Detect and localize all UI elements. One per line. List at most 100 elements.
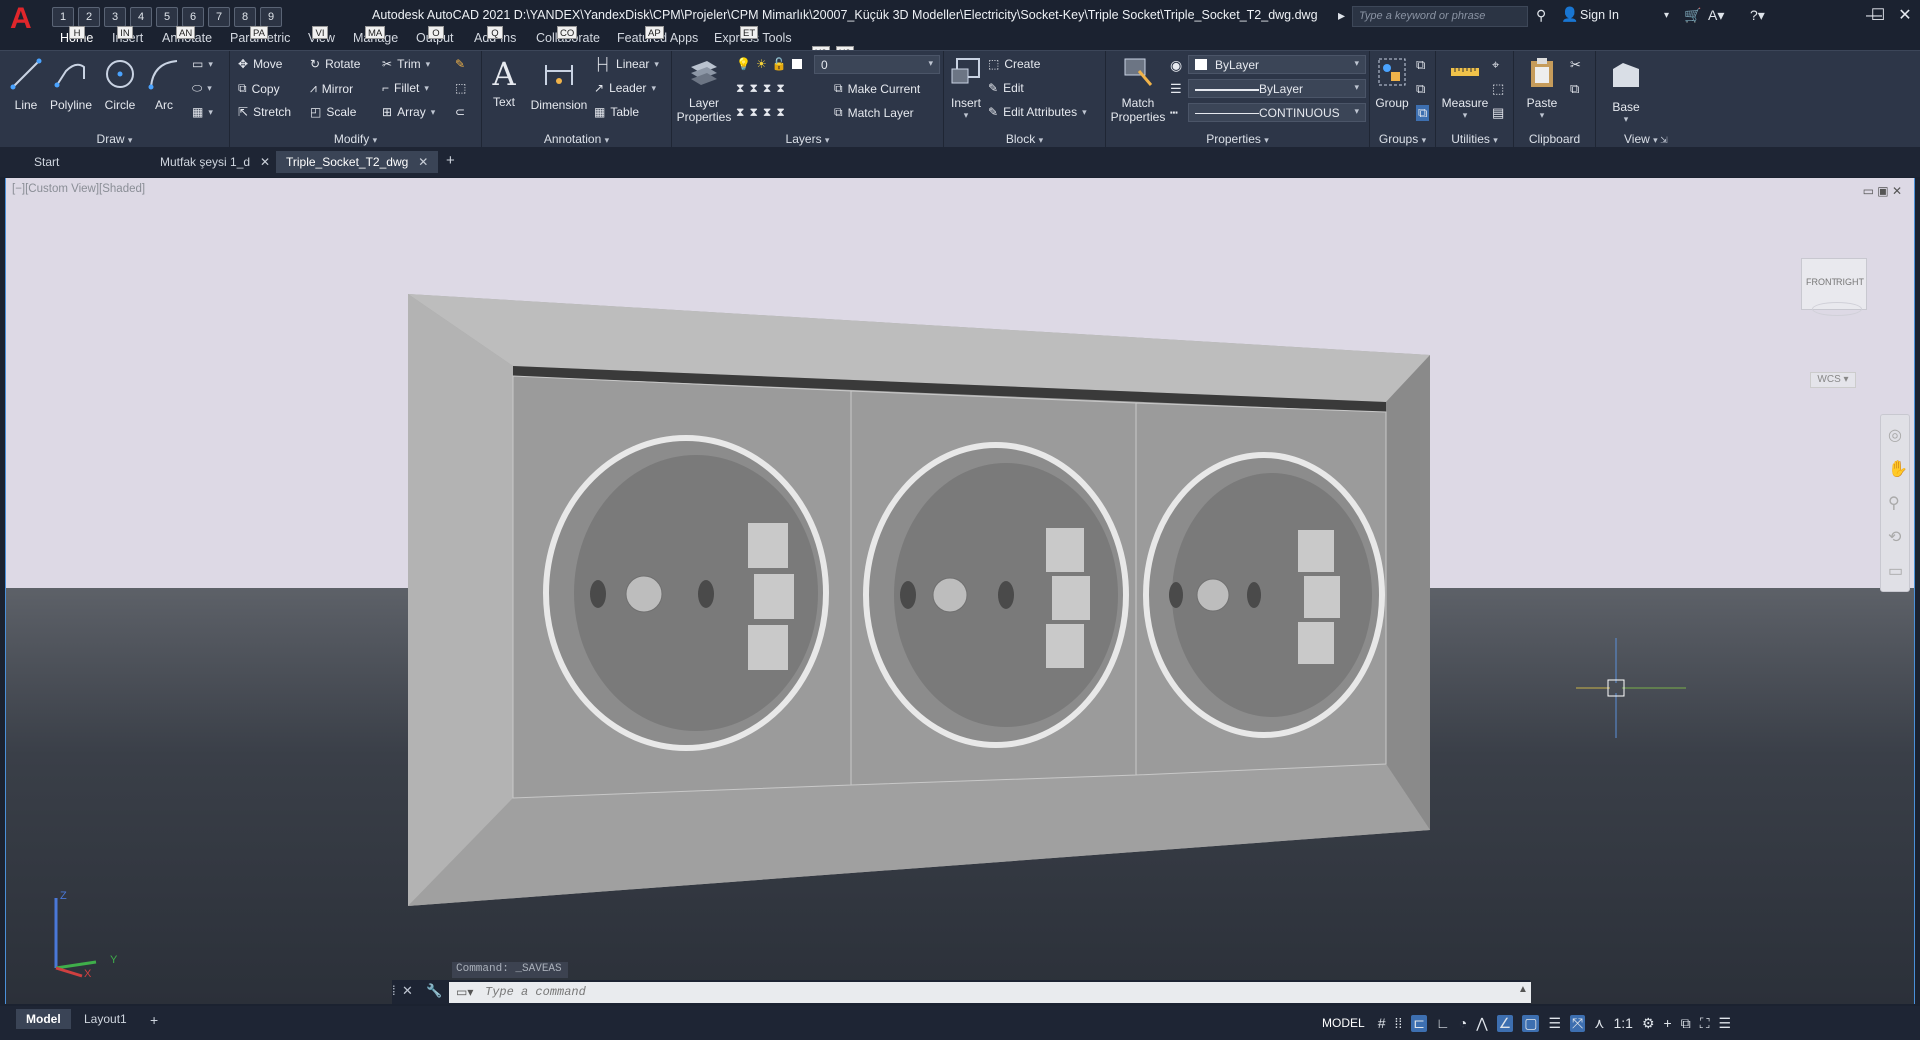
layer-state-icons[interactable]: 💡 ☀ 🔓 xyxy=(736,57,802,71)
clipboard-panel-label[interactable]: Clipboard xyxy=(1514,132,1595,146)
drawing-viewport[interactable]: [−][Custom View][Shaded] ▭ ▣ ✕ FRONT RIG… xyxy=(5,178,1915,1004)
linetype-dropdown[interactable]: CONTINUOUS ▾ xyxy=(1188,103,1366,122)
dimension-button[interactable]: Dimension xyxy=(526,57,592,112)
lineweight-dropdown[interactable]: ByLayer ▾ xyxy=(1188,79,1366,98)
customize-menu-icon[interactable]: ☰ xyxy=(1719,1015,1732,1032)
qat-save-icon[interactable]: 3 xyxy=(104,7,126,27)
maximize-icon[interactable]: ☐ xyxy=(1864,4,1892,28)
groups-panel-label[interactable]: Groups ▾ xyxy=(1370,132,1435,146)
add-layout-plus-icon[interactable]: + xyxy=(140,1009,168,1031)
group-select-icon[interactable]: ⧉ xyxy=(1416,105,1430,121)
calculator-icon[interactable]: ▤ xyxy=(1492,105,1504,121)
annotation-visibility-icon[interactable]: ⋏ xyxy=(1594,1015,1604,1032)
ellipse-tool[interactable]: ⬭ ▾ xyxy=(192,81,212,96)
line-button[interactable]: Line xyxy=(6,57,46,112)
leader-button[interactable]: ↗ Leader ▾ xyxy=(594,81,656,95)
close-icon[interactable]: ✕ xyxy=(1891,4,1919,28)
move-button[interactable]: ✥ Move xyxy=(238,57,282,71)
help-icon[interactable]: ?▾ xyxy=(1750,7,1765,24)
grid-icon[interactable]: # xyxy=(1378,1015,1386,1031)
ortho-icon[interactable]: ∟ xyxy=(1436,1015,1450,1031)
match-layer-button[interactable]: ⧉ Match Layer xyxy=(834,105,914,120)
explode-button[interactable]: ⬚ xyxy=(455,81,466,95)
layout-tab-layout1[interactable]: Layout1 xyxy=(74,1009,137,1029)
copy-button[interactable]: ⧉ Copy xyxy=(238,81,280,96)
layer-tools-row-2[interactable]: ⧗ ⧗ ⧗ ⧗ xyxy=(736,105,785,120)
rectangle-tool[interactable]: ▭ ▾ xyxy=(192,57,213,71)
offset-button[interactable]: ⊂ xyxy=(455,105,465,119)
new-tab-plus-icon[interactable]: + xyxy=(436,151,465,173)
qat-new-icon[interactable]: 1 xyxy=(52,7,74,27)
autocad-logo-icon[interactable]: A xyxy=(10,4,40,34)
table-button[interactable]: ▦ Table xyxy=(594,105,639,119)
socket-2[interactable] xyxy=(863,442,1129,748)
layer-tools-row-1[interactable]: ⧗ ⧗ ⧗ ⧗ xyxy=(736,81,785,96)
object-snap-icon[interactable]: ▢ xyxy=(1522,1014,1540,1032)
layer-properties-button[interactable]: Layer Properties xyxy=(674,55,734,124)
viewcube-compass[interactable] xyxy=(1812,302,1862,316)
command-customize-icon[interactable]: 🔧 xyxy=(426,983,442,999)
polar-icon[interactable]: ◔ xyxy=(1459,1015,1467,1031)
quick-select-icon[interactable]: ⌖ xyxy=(1492,57,1499,73)
socket-3[interactable] xyxy=(1143,452,1385,738)
layout-tab-model[interactable]: Model xyxy=(16,1009,71,1029)
ungroup-icon[interactable]: ⧉ xyxy=(1416,57,1425,73)
arc-button[interactable]: Arc xyxy=(146,57,182,112)
annotation-panel-label[interactable]: Annotation ▾ xyxy=(482,132,671,146)
color-dropdown[interactable]: ByLayer ▾ xyxy=(1188,55,1366,74)
close-tab-icon[interactable]: ✕ xyxy=(260,155,270,169)
group-button[interactable]: Group xyxy=(1372,55,1412,110)
draw-panel-label[interactable]: Draw ▾ xyxy=(0,132,229,146)
qat-saveas-icon[interactable]: 4 xyxy=(130,7,152,27)
lineweight-display-icon[interactable]: ☰ xyxy=(1548,1015,1561,1032)
search-input[interactable]: Type a keyword or phrase xyxy=(1352,6,1528,27)
layer-dropdown[interactable]: 0 ▾ xyxy=(814,55,940,74)
layers-panel-label[interactable]: Layers ▾ xyxy=(672,132,943,146)
circle-button[interactable]: Circle xyxy=(100,57,140,112)
edit-block-button[interactable]: ✎ Edit xyxy=(988,81,1024,95)
qat-web-icon[interactable]: 5 xyxy=(156,7,178,27)
workspace-gear-icon[interactable]: ⚙ xyxy=(1642,1015,1655,1032)
orbit-icon[interactable]: ⟲ xyxy=(1888,527,1901,547)
viewcube-right-label[interactable]: RIGHT xyxy=(1836,277,1864,287)
rotate-button[interactable]: ↻ Rotate xyxy=(310,57,360,71)
properties-panel-label[interactable]: Properties ▾ xyxy=(1106,132,1369,146)
paste-button[interactable]: Paste ▾ xyxy=(1520,55,1564,121)
isolate-objects-icon[interactable]: ⧉ xyxy=(1681,1015,1691,1032)
erase-button[interactable]: ✎ xyxy=(455,57,465,71)
modify-panel-label[interactable]: Modify ▾ xyxy=(230,132,481,146)
array-button[interactable]: ⊞ Array ▾ xyxy=(382,105,435,119)
command-input[interactable]: Type a command xyxy=(449,982,1531,1003)
linear-button[interactable]: ├┤ Linear ▾ xyxy=(594,57,659,71)
snap-icon[interactable]: ⁞⁞ xyxy=(1394,1015,1402,1031)
text-button[interactable]: A Text xyxy=(486,57,522,109)
base-button[interactable]: Base ▾ xyxy=(1606,59,1646,125)
steering-wheel-icon[interactable]: ◎ xyxy=(1888,425,1902,445)
utilities-panel-label[interactable]: Utilities ▾ xyxy=(1436,132,1513,146)
qat-undo-icon[interactable]: 8 xyxy=(234,7,256,27)
stretch-button[interactable]: ⇱ Stretch xyxy=(238,105,291,119)
color-wheel-icon[interactable]: ◉ xyxy=(1170,57,1182,74)
group-edit-icon[interactable]: ⧉ xyxy=(1416,81,1425,97)
qat-print-icon[interactable]: 6 xyxy=(182,7,204,27)
sign-in-button[interactable]: Sign In xyxy=(1580,8,1619,22)
make-current-button[interactable]: ⧉ Make Current xyxy=(834,81,920,96)
qat-plot-icon[interactable]: 7 xyxy=(208,7,230,27)
insert-button[interactable]: Insert ▾ xyxy=(946,55,986,121)
command-close-icon[interactable]: ✕ xyxy=(402,983,413,999)
copy-clip-icon[interactable]: ⧉ xyxy=(1570,81,1579,97)
wcs-menu[interactable]: WCS ▾ xyxy=(1810,372,1856,388)
model-space-toggle[interactable]: MODEL xyxy=(1322,1016,1365,1030)
search-icon[interactable]: ⚲ xyxy=(1536,7,1546,24)
doc-tab-start[interactable]: Start xyxy=(24,151,69,173)
annotation-scale[interactable]: 1:1 xyxy=(1614,1015,1633,1031)
fullscreen-icon[interactable]: ⛶ xyxy=(1700,1015,1710,1032)
block-panel-label[interactable]: Block ▾ xyxy=(944,132,1105,146)
pan-icon[interactable]: ✋ xyxy=(1888,459,1908,479)
search-expand-icon[interactable]: ▸ xyxy=(1338,7,1345,24)
command-prompt-icon[interactable]: ▭▾ xyxy=(456,985,473,999)
command-history-up-icon[interactable]: ▲ xyxy=(1518,984,1528,995)
doc-tab-mutfak[interactable]: Mutfak şeysi 1_d ✕ xyxy=(150,151,280,173)
showmotion-icon[interactable]: ▭ xyxy=(1888,561,1903,581)
zoom-icon[interactable]: ⚲ xyxy=(1888,493,1900,513)
